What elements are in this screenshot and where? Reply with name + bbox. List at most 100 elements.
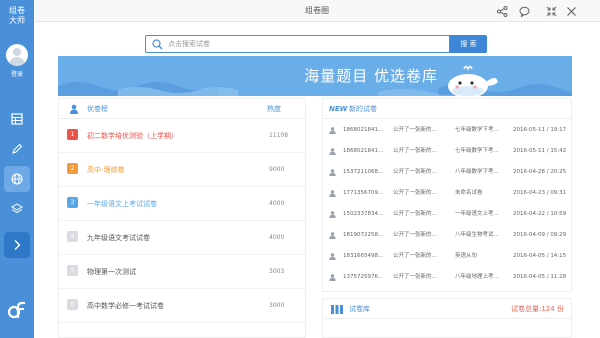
paper-name[interactable]: 八年级生物考试… [455, 225, 507, 246]
library-header: 试卷库 试卷总量:124 份 [323, 299, 573, 319]
new-papers-panel: NEW 新的试卷 1868021841… 公开了一张新的… 七年级数学下考… 2016… [322, 98, 573, 292]
publisher-name: 1537211068… [343, 169, 383, 175]
user-icon [329, 190, 336, 197]
paper-name[interactable]: 八年级数学下考… [455, 162, 507, 183]
ranking-row[interactable]: 1 初二数学培优测验（上学期） 11108 [59, 119, 307, 153]
minimize-button[interactable] [544, 4, 558, 18]
publish-time: 2016-04-05 / 11:28 [513, 274, 567, 280]
library-title[interactable]: 试卷库 [349, 299, 370, 319]
ranking-header: 优卷榜 热度 [59, 99, 307, 119]
new-paper-row[interactable]: 1819072258… 公开了一张新的… 八年级生物考试… 2016-04-09 / … [323, 225, 573, 246]
ranking-row[interactable]: 3 一年级语文上考试试卷 4000 [59, 187, 307, 221]
publish-time: 2016-04-05 / 14:15 [513, 253, 567, 259]
new-paper-row[interactable]: 1868021841… 公开了一张新的… 七年级数学下考… 2016-05-11 / … [323, 141, 573, 162]
app-logo-icon [7, 301, 25, 319]
rank-paper-name[interactable]: 一年级语文上考试试卷 [87, 187, 157, 221]
close-button[interactable] [564, 4, 578, 18]
publisher-name: 1771356709… [343, 190, 383, 196]
publish-action: 公开了一张新的… [393, 274, 438, 280]
library-total: 试卷总量:124 份 [511, 305, 564, 313]
publisher-name: 1868021841… [343, 127, 383, 133]
publisher-name: 1502337834… [343, 211, 383, 217]
rank-hot-value: 4000 [269, 200, 285, 207]
rank-number: 6 [67, 299, 78, 310]
sidebar-item-layers[interactable] [4, 196, 30, 222]
new-papers-header: NEW 新的试卷 [323, 99, 573, 119]
paper-name[interactable]: 七年级数学下考… [455, 141, 507, 162]
rank-hot-value: 11108 [269, 132, 289, 139]
publish-time: 2016-05-11 / 15:42 [513, 148, 567, 154]
new-tag: NEW [329, 105, 348, 113]
sidebar-item-global[interactable] [4, 166, 30, 192]
paper-name[interactable]: 八年级地理上考… [455, 267, 507, 288]
publisher-name: 1819072258… [343, 232, 383, 238]
brand-line-1: 组卷 [9, 6, 25, 15]
paper-name[interactable]: 英语从句 [455, 246, 507, 267]
banner-slogan: 海量题目 优选卷库 [304, 67, 438, 85]
new-paper-row[interactable]: 1831665498… 公开了一张新的… 英语从句 2016-04-05 / 14:1… [323, 246, 573, 267]
library-panel: 试卷库 试卷总量:124 份 [322, 298, 573, 338]
paper-name[interactable]: 七年级数学下考… [455, 120, 507, 141]
ranking-row[interactable]: 6 高中数学必修一考试试卷 3000 [59, 289, 307, 323]
new-paper-row[interactable]: 1537211068… 公开了一张新的… 八年级数学下考… 2016-04-28 / … [323, 162, 573, 183]
rank-hot-value: 3003 [269, 268, 285, 275]
user-icon [329, 232, 336, 239]
pencil-icon [12, 143, 23, 154]
ranking-hot-header: 热度 [267, 105, 281, 113]
user-icon [329, 127, 336, 134]
publish-action: 公开了一张新的… [393, 190, 438, 196]
new-paper-row[interactable]: 1375725976… 公开了一张新的… 八年级地理上考… 2016-04-05 / … [323, 267, 573, 288]
sidebar-item-list[interactable] [4, 106, 30, 132]
new-paper-row[interactable]: 1868021841… 公开了一张新的… 七年级数学下考… 2016-05-11 / … [323, 120, 573, 141]
publish-action: 公开了一张新的… [393, 253, 438, 259]
layers-icon [11, 203, 23, 214]
new-paper-row[interactable]: 1502337834… 公开了一张新的… 一年级语文上考… 2016-04-22 / … [323, 204, 573, 225]
search-button[interactable]: 搜 索 [450, 35, 487, 53]
search-icon [152, 39, 163, 50]
rank-number: 3 [67, 197, 78, 208]
ranking-row[interactable]: 5 物理第一次测试 3003 [59, 255, 307, 289]
ranking-row[interactable]: 4 九年级语文考试试卷 4000 [59, 221, 307, 255]
rank-paper-name[interactable]: 九年级语文考试试卷 [87, 221, 150, 255]
library-icon [331, 305, 343, 314]
paper-name[interactable]: 一年级语文上考… [455, 204, 507, 225]
rank-number: 2 [67, 163, 78, 174]
user-icon [329, 169, 336, 176]
rank-paper-name[interactable]: 物理第一次测试 [87, 255, 136, 289]
publish-time: 2016-04-09 / 09:29 [513, 232, 567, 238]
sidebar-item-edit[interactable] [4, 136, 30, 162]
title-bar: 组卷圈 [34, 0, 600, 22]
rank-paper-name[interactable]: 初二数学培优测验（上学期） [87, 119, 178, 153]
publish-action: 公开了一张新的… [393, 169, 438, 175]
chevron-right-icon [14, 240, 21, 250]
login-label[interactable]: 登录 [0, 69, 34, 78]
globe-icon [11, 173, 23, 185]
paper-name[interactable]: 未命名试卷 [455, 183, 507, 204]
sidebar: 组卷 大师 登录 [0, 0, 34, 338]
search-input[interactable] [168, 37, 438, 51]
search-box [145, 35, 450, 53]
new-paper-row[interactable]: 1771356709… 公开了一张新的… 未命名试卷 2016-04-23 / 09:… [323, 183, 573, 204]
user-rank-icon [70, 104, 78, 114]
avatar[interactable] [6, 44, 28, 66]
publish-time: 2016-05-11 / 19:17 [513, 127, 567, 133]
rank-paper-name[interactable]: 高中数学必修一考试试卷 [87, 289, 164, 323]
table-icon [11, 113, 23, 125]
shrink-icon [546, 6, 556, 16]
rank-number: 5 [67, 265, 78, 276]
rank-paper-name[interactable]: 高中-理综卷 [87, 153, 125, 187]
sidebar-expand-button[interactable] [4, 232, 30, 258]
publish-action: 公开了一张新的… [393, 211, 438, 217]
publish-time: 2016-04-28 / 20:25 [513, 169, 567, 175]
publish-time: 2016-04-22 / 10:59 [513, 211, 567, 217]
ranking-title: 优卷榜 [87, 105, 108, 113]
rank-number: 1 [67, 129, 78, 140]
share-button[interactable] [495, 4, 509, 18]
ranking-row[interactable]: 2 高中-理综卷 9000 [59, 153, 307, 187]
publish-action: 公开了一张新的… [393, 127, 438, 133]
publish-time: 2016-04-23 / 09:31 [513, 190, 567, 196]
rank-hot-value: 9000 [269, 166, 285, 173]
feedback-button[interactable] [517, 4, 531, 18]
user-icon [329, 148, 336, 155]
share-icon [496, 5, 507, 17]
